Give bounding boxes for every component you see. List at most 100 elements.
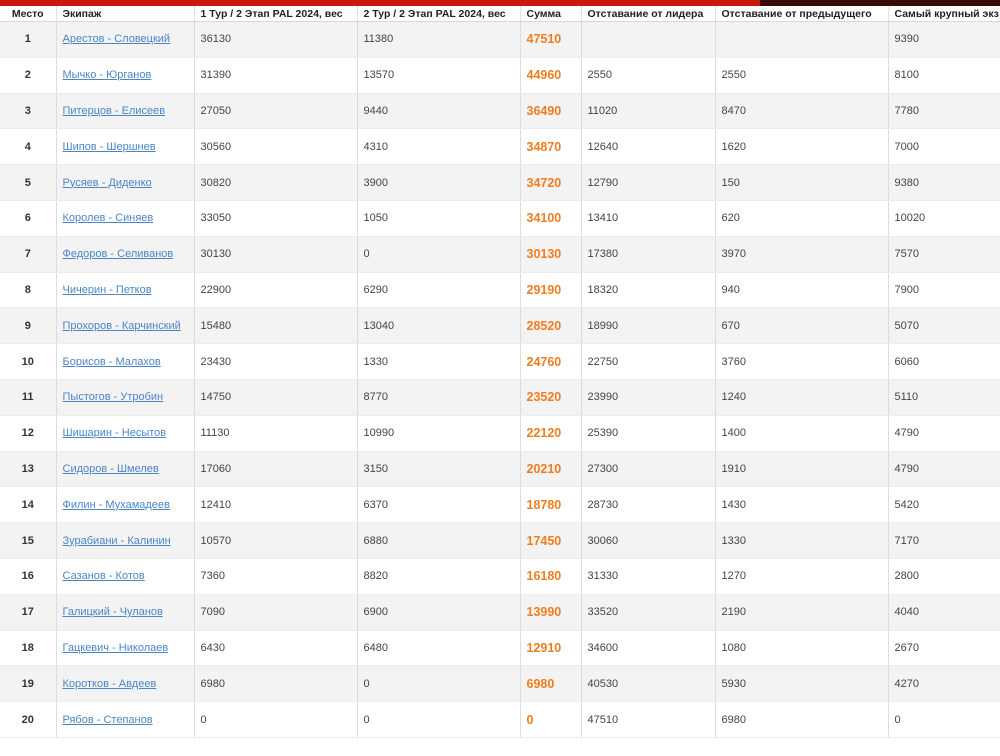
row-biggest-cell: 9380 — [888, 164, 1000, 201]
row-sum-cell: 16180 — [520, 558, 582, 595]
row-tour2-cell: 10990 — [357, 415, 521, 452]
header-place[interactable]: Место — [0, 6, 57, 22]
row-place-cell: 5 — [0, 164, 57, 201]
crew-link[interactable]: Филин - Мухамадеев — [63, 499, 170, 511]
row-crew-cell: Пыстогов - Утробин — [56, 379, 195, 416]
row-place-cell: 15 — [0, 522, 57, 559]
row-tour1-cell: 22900 — [194, 272, 358, 309]
row-tour1-cell: 6430 — [194, 630, 358, 667]
table-row: 12 Шишарин - Несытов 11130 10990 22120 25390 1… — [0, 415, 1000, 452]
row-tour1-cell: 10570 — [194, 522, 358, 559]
crew-link[interactable]: Галицкий - Чуланов — [63, 606, 163, 618]
crew-link[interactable]: Арестов - Словецкий — [63, 33, 171, 45]
row-lag-leader-cell: 22750 — [581, 343, 716, 380]
header-tour2[interactable]: 2 Тур / 2 Этап PAL 2024, вес — [357, 6, 521, 22]
row-place-cell: 17 — [0, 594, 57, 631]
row-sum-cell: 36490 — [520, 93, 582, 130]
header-biggest[interactable]: Самый крупный экз — [888, 6, 1000, 22]
row-lag-leader-cell: 2550 — [581, 57, 716, 94]
table-row: 2 Мычко - Юрганов 31390 13570 44960 2550 2550 8… — [0, 57, 1000, 94]
row-place-cell: 18 — [0, 630, 57, 667]
crew-link[interactable]: Шишарин - Несытов — [63, 427, 167, 439]
row-lag-prev-cell: 1270 — [715, 558, 889, 595]
crew-link[interactable]: Чичерин - Петков — [63, 284, 152, 296]
header-lag-leader[interactable]: Отставание от лидера — [581, 6, 716, 22]
row-tour2-cell: 0 — [357, 236, 521, 273]
row-tour2-cell: 13040 — [357, 307, 521, 345]
row-lag-prev-cell: 150 — [715, 164, 889, 201]
row-place-cell: 6 — [0, 200, 57, 237]
header-sum[interactable]: Сумма — [520, 6, 582, 22]
header-tour1[interactable]: 1 Тур / 2 Этап PAL 2024, вес — [194, 6, 358, 22]
row-crew-cell: Гацкевич - Николаев — [56, 630, 195, 667]
row-tour2-cell: 11380 — [357, 21, 521, 58]
crew-link[interactable]: Федоров - Селиванов — [63, 248, 174, 260]
row-crew-cell: Рябов - Степанов — [56, 701, 195, 738]
row-tour1-cell: 27050 — [194, 93, 358, 130]
row-place-cell: 16 — [0, 558, 57, 595]
crew-link[interactable]: Русяев - Диденко — [63, 177, 152, 189]
row-tour2-cell: 6370 — [357, 486, 521, 524]
row-biggest-cell: 4790 — [888, 451, 1000, 488]
header-crew[interactable]: Экипаж — [56, 6, 195, 22]
crew-link[interactable]: Зурабиани - Калинин — [63, 535, 171, 547]
row-lag-prev-cell: 5930 — [715, 665, 889, 703]
row-tour2-cell: 0 — [357, 701, 521, 738]
crew-link[interactable]: Прохоров - Карчинский — [63, 320, 181, 332]
row-biggest-cell: 6060 — [888, 343, 1000, 380]
row-sum-cell: 28520 — [520, 307, 582, 345]
row-crew-cell: Питерцов - Елисеев — [56, 93, 195, 130]
crew-link[interactable]: Шипов - Шершнев — [63, 141, 156, 153]
row-tour1-cell: 0 — [194, 701, 358, 738]
crew-link[interactable]: Борисов - Малахов — [63, 356, 161, 368]
crew-link[interactable]: Мычко - Юрганов — [63, 69, 152, 81]
row-sum-cell: 34720 — [520, 164, 582, 201]
row-tour2-cell: 6290 — [357, 272, 521, 309]
row-tour1-cell: 14750 — [194, 379, 358, 416]
row-lag-leader-cell: 23990 — [581, 379, 716, 416]
row-biggest-cell: 0 — [888, 701, 1000, 738]
crew-link[interactable]: Питерцов - Елисеев — [63, 105, 166, 117]
crew-link[interactable]: Королев - Синяев — [63, 212, 154, 224]
results-table-container[interactable]: Место Экипаж 1 Тур / 2 Этап PAL 2024, ве… — [0, 6, 1000, 740]
row-lag-leader-cell: 30060 — [581, 522, 716, 559]
row-lag-leader-cell: 18320 — [581, 272, 716, 309]
row-lag-prev-cell: 2190 — [715, 594, 889, 631]
row-lag-prev-cell: 1330 — [715, 522, 889, 559]
row-biggest-cell: 7170 — [888, 522, 1000, 559]
crew-link[interactable]: Коротков - Авдеев — [63, 678, 157, 690]
row-lag-leader-cell: 11020 — [581, 93, 716, 130]
row-sum-cell: 44960 — [520, 57, 582, 94]
row-lag-leader-cell: 33520 — [581, 594, 716, 631]
table-row: 14 Филин - Мухамадеев 12410 6370 18780 28730 1… — [0, 486, 1000, 524]
row-lag-prev-cell: 1620 — [715, 128, 889, 166]
crew-link[interactable]: Рябов - Степанов — [63, 714, 153, 726]
row-biggest-cell: 5070 — [888, 307, 1000, 345]
row-place-cell: 3 — [0, 93, 57, 130]
row-sum-cell: 22120 — [520, 415, 582, 452]
table-row: 15 Зурабиани - Калинин 10570 6880 17450 30060… — [0, 522, 1000, 559]
row-sum-cell: 30130 — [520, 236, 582, 273]
crew-link[interactable]: Сазанов - Котов — [63, 570, 145, 582]
row-tour2-cell: 6880 — [357, 522, 521, 559]
row-tour1-cell: 17060 — [194, 451, 358, 488]
row-biggest-cell: 5110 — [888, 379, 1000, 416]
row-tour2-cell: 4310 — [357, 128, 521, 166]
row-lag-leader-cell: 17380 — [581, 236, 716, 273]
crew-link[interactable]: Сидоров - Шмелев — [63, 463, 159, 475]
row-lag-prev-cell: 670 — [715, 307, 889, 345]
row-tour1-cell: 15480 — [194, 307, 358, 345]
row-crew-cell: Сазанов - Котов — [56, 558, 195, 595]
crew-link[interactable]: Гацкевич - Николаев — [63, 642, 169, 654]
crew-link[interactable]: Пыстогов - Утробин — [63, 391, 164, 403]
row-crew-cell: Филин - Мухамадеев — [56, 486, 195, 524]
row-place-cell: 2 — [0, 57, 57, 94]
row-lag-prev-cell: 940 — [715, 272, 889, 309]
row-lag-leader-cell — [581, 21, 716, 58]
row-crew-cell: Зурабиани - Калинин — [56, 522, 195, 559]
table-row: 20 Рябов - Степанов 0 0 0 47510 6980 0 — [0, 701, 1000, 738]
header-lag-prev[interactable]: Отставание от предыдущего — [715, 6, 889, 22]
row-tour1-cell: 30560 — [194, 128, 358, 166]
row-sum-cell: 34100 — [520, 200, 582, 237]
row-lag-leader-cell: 25390 — [581, 415, 716, 452]
